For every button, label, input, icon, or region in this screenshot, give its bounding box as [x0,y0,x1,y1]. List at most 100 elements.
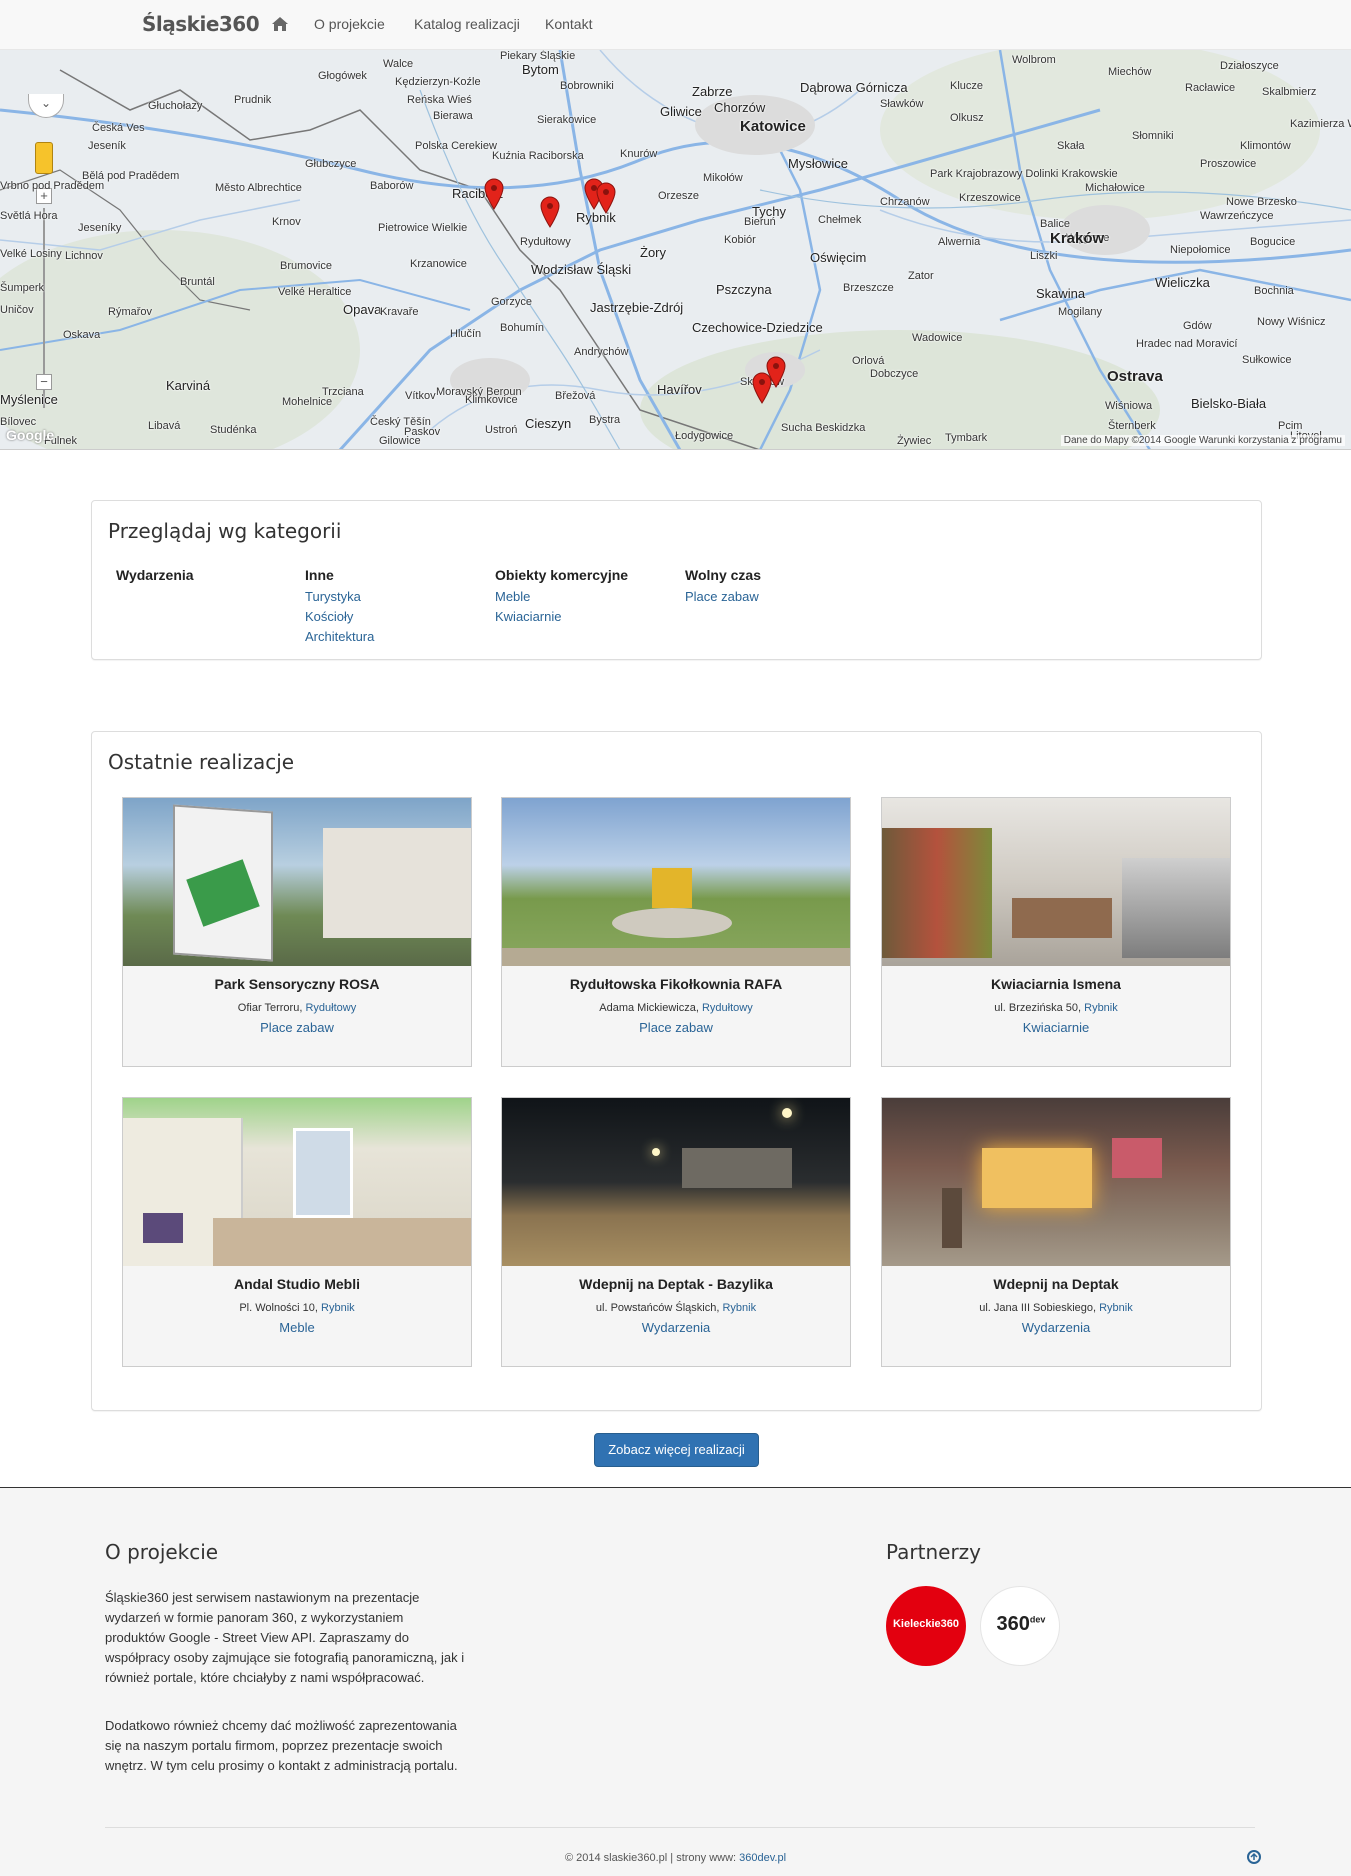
project-title[interactable]: Park Sensoryczny ROSA [123,976,471,992]
brand-logo[interactable]: Śląskie360 [142,12,260,36]
map-place-label: Piekary Śląskie [500,50,576,62]
map-attribution[interactable]: Dane do Mapy ©2014 Google Warunki korzys… [1060,435,1345,446]
map-place-label: Gdów [1183,320,1212,332]
project-photo[interactable] [882,798,1230,966]
project-category-link[interactable]: Place zabaw [123,1020,471,1035]
map-place-label: Břežová [555,390,596,402]
address-street: Pl. Wolności 10, [239,1302,322,1314]
map-place-label: Sucha Beskidzka [781,422,866,434]
partner-kieleckie360-logo[interactable]: Kieleckie360 [886,1586,966,1666]
project-photo[interactable] [502,1098,850,1266]
nav-link-katalog[interactable]: Katalog realizacji [414,16,520,32]
map-place-label: Balice [1040,218,1070,230]
scroll-top-icon[interactable] [1247,1850,1261,1864]
category-column: Wydarzenia [116,567,296,587]
map-place-label: Dąbrowa Górnicza [800,80,908,95]
category-link[interactable]: Meble [495,587,675,607]
categories-title: Przeglądaj wg kategorii [108,519,342,543]
map-place-label: Racławice [1185,82,1236,94]
map-place-label: Vítkov [405,390,436,402]
home-icon[interactable] [271,15,289,33]
map-place-label: Uničov [0,304,34,316]
project-card[interactable]: Rydułtowska Fikołkownia RAFA Adama Micki… [501,797,851,1067]
map-place-label: Liszki [1030,250,1058,262]
project-title[interactable]: Andal Studio Mebli [123,1276,471,1292]
map-place-label: Wiśniowa [1105,400,1153,412]
map-place-label: Bogucice [1250,236,1296,248]
category-heading[interactable]: Wydarzenia [116,567,296,583]
category-link[interactable]: Architektura [305,627,485,647]
project-category-link[interactable]: Place zabaw [502,1020,850,1035]
project-category-link[interactable]: Kwiaciarnie [882,1020,1230,1035]
nav-link-kontakt[interactable]: Kontakt [545,16,592,32]
category-column: Wolny czas Place zabaw [685,567,865,607]
project-photo[interactable] [123,798,471,966]
category-link[interactable]: Kościoły [305,607,485,627]
address-city-link[interactable]: Rybnik [1099,1302,1133,1314]
address-city-link[interactable]: Rydułtowy [702,1002,753,1014]
category-heading[interactable]: Wolny czas [685,567,865,583]
project-photo[interactable] [882,1098,1230,1266]
category-link[interactable]: Place zabaw [685,587,865,607]
map-place-label: Krnov [272,216,301,228]
map-place-label: Velké Losiny [0,248,62,260]
partner-360dev-logo[interactable]: 360dev [980,1586,1060,1666]
map-place-label: Wieliczka [1155,275,1210,290]
project-photo[interactable] [502,798,850,966]
map-place-label: Ustroń [485,424,518,436]
map-place-label: Šumperk [0,282,45,294]
project-category-link[interactable]: Meble [123,1320,471,1335]
project-card[interactable]: Wdepnij na Deptak ul. Jana III Sobieskie… [881,1097,1231,1367]
map-place-label: Bobrowniki [560,80,614,92]
project-title[interactable]: Rydułtowska Fikołkownia RAFA [502,976,850,992]
map-place-label: Myślenice [0,392,58,407]
map-marker-icon[interactable] [766,356,786,388]
category-link[interactable]: Turystyka [305,587,485,607]
project-address: Adama Mickiewicza, Rydułtowy [502,1002,850,1014]
map-marker-icon[interactable] [596,182,616,214]
map-place-label: Zabrze [692,84,733,99]
footer-about-text-1: Śląskie360 jest serwisem nastawionym na … [105,1590,465,1685]
map-view[interactable]: ⌄ + − Walce Kędzierzyn-Koźle Piekary Śląsk… [0,50,1351,450]
map-marker-icon[interactable] [484,178,504,210]
address-city-link[interactable]: Rybnik [1084,1002,1118,1014]
map-place-label: Jastrzębie-Zdrój [590,300,684,315]
project-title[interactable]: Wdepnij na Deptak [882,1276,1230,1292]
category-column: Inne Turystyka Kościoły Architektura [305,567,485,647]
map-marker-icon[interactable] [540,196,560,228]
category-heading[interactable]: Inne [305,567,485,583]
project-category-link[interactable]: Wydarzenia [502,1320,850,1335]
address-street: Adama Mickiewicza, [599,1002,702,1014]
address-city-link[interactable]: Rydułtowy [305,1002,356,1014]
map-place-label: Bruntál [180,276,215,288]
category-link[interactable]: Kwiaciarnie [495,607,675,627]
project-card[interactable]: Kwiaciarnia Ismena ul. Brzezińska 50, Ry… [881,797,1231,1067]
project-card[interactable]: Wdepnij na Deptak - Bazylika ul. Powstań… [501,1097,851,1367]
map-place-label: Pszczyna [716,282,772,297]
address-city-link[interactable]: Rybnik [321,1302,355,1314]
map-place-label: Zator [908,270,934,282]
copyright-link[interactable]: 360dev.pl [739,1852,786,1864]
nav-link-o-projekcie[interactable]: O projekcie [314,16,385,32]
project-card[interactable]: Park Sensoryczny ROSA Ofiar Terroru, Ryd… [122,797,472,1067]
map-place-label: Krzanowice [410,258,467,270]
project-title[interactable]: Kwiaciarnia Ismena [882,976,1230,992]
map-place-label: Gorzyce [491,296,532,308]
category-heading[interactable]: Obiekty komercyjne [495,567,675,583]
map-place-label: Jeseník [88,140,126,152]
map-place-label: Šternberk [1108,420,1156,432]
project-title[interactable]: Wdepnij na Deptak - Bazylika [502,1276,850,1292]
map-place-label: Česká Ves [92,122,145,134]
map-place-label: Kazimierza Wielka [1290,118,1351,130]
project-category-link[interactable]: Wydarzenia [882,1320,1230,1335]
map-place-label: Kędzierzyn-Koźle [395,76,481,88]
project-photo[interactable] [123,1098,471,1266]
zoom-out-button[interactable]: − [36,374,52,390]
project-card[interactable]: Andal Studio Mebli Pl. Wolności 10, Rybn… [122,1097,472,1367]
map-place-label: Karviná [166,378,211,393]
map-place-label: Brumovice [280,260,332,272]
address-city-link[interactable]: Rybnik [722,1302,756,1314]
more-projects-button[interactable]: Zobacz więcej realizacji [594,1433,759,1467]
recent-title: Ostatnie realizacje [108,750,295,774]
street-view-pegman-icon[interactable] [35,142,53,174]
